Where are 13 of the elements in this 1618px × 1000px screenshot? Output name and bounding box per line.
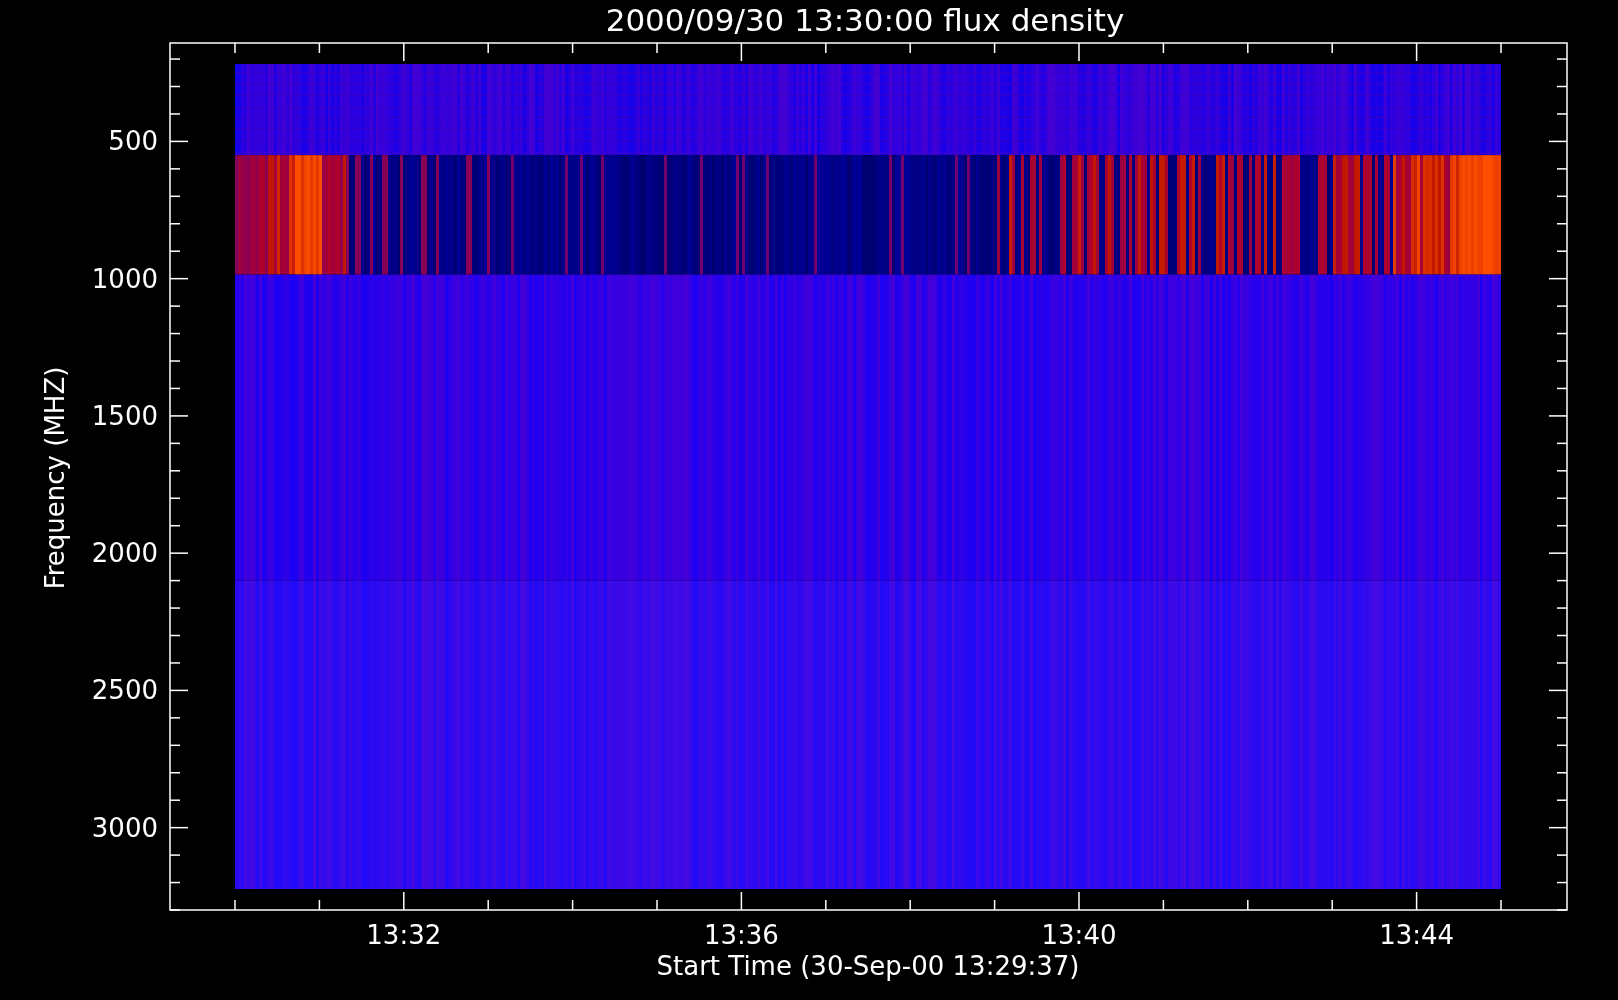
tick-label: 2500 bbox=[91, 675, 158, 706]
tick-label: 1000 bbox=[91, 263, 158, 294]
tick-label: 13:40 bbox=[1041, 920, 1117, 950]
chart-title: 2000/09/30 13:30:00 flux density bbox=[605, 2, 1125, 38]
y-axis-label: Frequency (MHZ) bbox=[40, 366, 70, 590]
tick-label: 3000 bbox=[91, 812, 158, 843]
tick-label: 13:36 bbox=[703, 920, 779, 950]
tick-label: 2000 bbox=[91, 538, 158, 569]
x-axis-label: Start Time (30-Sep-00 13:29:37) bbox=[656, 951, 1080, 981]
tick-label: 500 bbox=[108, 126, 158, 157]
tick-label: 13:44 bbox=[1379, 920, 1455, 950]
tick-label: 13:32 bbox=[366, 920, 442, 950]
tick-label: 1500 bbox=[91, 400, 158, 431]
